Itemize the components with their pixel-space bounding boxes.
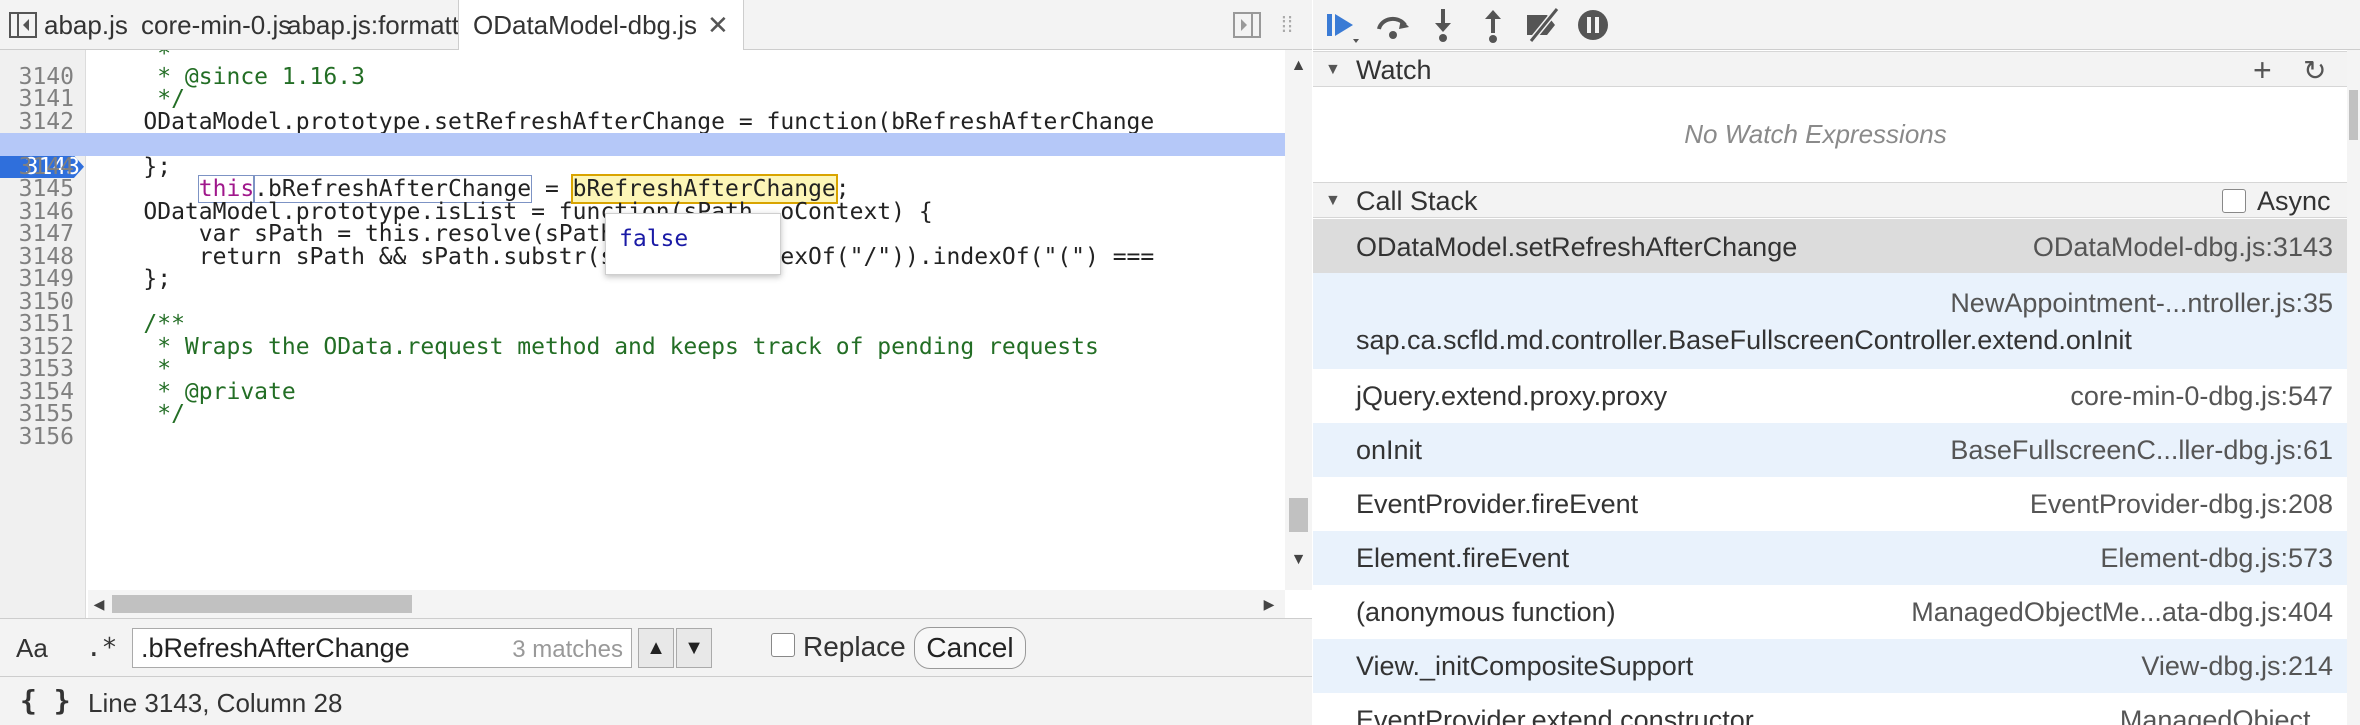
watch-title: Watch bbox=[1356, 55, 1432, 85]
call-frame[interactable]: (anonymous function) ManagedObjectMe...a… bbox=[1313, 585, 2347, 639]
call-frame[interactable]: EventProvider.extend.constructor Managed… bbox=[1313, 693, 2347, 725]
search-next-button[interactable]: ▼ bbox=[676, 628, 712, 668]
code-line-3145: 3145 bbox=[18, 176, 74, 202]
async-checkbox[interactable] bbox=[2222, 189, 2246, 213]
more-tabs-icon[interactable]: ⁞⁞ bbox=[1272, 10, 1302, 40]
code-line-3150: 3150 bbox=[18, 288, 74, 315]
watch-empty-message: No Watch Expressions bbox=[1684, 119, 1947, 149]
match-case-button[interactable]: Aa bbox=[16, 633, 48, 664]
code-line-3152: 3152 * Wraps the OData.request method an… bbox=[18, 333, 1099, 360]
async-label: Async bbox=[2257, 186, 2331, 216]
tab-abap-js[interactable]: abap.js bbox=[30, 0, 142, 50]
search-input[interactable] bbox=[141, 633, 481, 663]
sidebar-scrollbar[interactable] bbox=[2347, 50, 2360, 725]
editor-horizontal-scrollbar[interactable]: ◀ ▶ bbox=[88, 590, 1285, 618]
call-frame[interactable]: sap.ca.scfld.md.controller.BaseFullscree… bbox=[1313, 273, 2347, 369]
pretty-print-button[interactable]: { } bbox=[20, 684, 71, 717]
step-over-icon[interactable] bbox=[1373, 5, 1413, 45]
search-match-count: 3 matches bbox=[512, 636, 623, 663]
expand-triangle-icon[interactable]: ▼ bbox=[1325, 61, 1341, 79]
call-frame-selected[interactable]: ODataModel.setRefreshAfterChange ODataMo… bbox=[1313, 219, 2347, 273]
status-bar: { } Line 3143, Column 28 bbox=[0, 676, 1312, 725]
call-frame[interactable]: Element.fireEvent Element-dbg.js:573 bbox=[1313, 531, 2347, 585]
search-bar: Aa .* 3 matches ▲ ▼ Replace Cancel bbox=[0, 618, 1312, 676]
expand-triangle-icon[interactable]: ▼ bbox=[1325, 192, 1341, 210]
refresh-icon[interactable]: ↻ bbox=[2303, 54, 2326, 87]
cursor-position: Line 3143, Column 28 bbox=[88, 688, 343, 718]
call-frame[interactable]: EventProvider.fireEvent EventProvider-db… bbox=[1313, 477, 2347, 531]
scroll-left-arrow-icon[interactable]: ◀ bbox=[88, 590, 110, 618]
tab-odatamodel-dbg-js[interactable]: ODataModel-dbg.js ✕ bbox=[458, 0, 744, 51]
debugger-sidebar: ▼ Watch + ↻ No Watch Expressions ▼ Call … bbox=[1313, 0, 2360, 725]
watch-section-header[interactable]: ▼ Watch + ↻ bbox=[1313, 51, 2360, 89]
replace-checkbox[interactable] bbox=[771, 633, 795, 657]
code-line-3140: 3140 * @since 1.16.3 bbox=[18, 63, 365, 90]
scroll-up-arrow-icon[interactable]: ▲ bbox=[1285, 54, 1312, 78]
search-previous-button[interactable]: ▲ bbox=[638, 628, 674, 668]
search-field[interactable]: 3 matches bbox=[132, 628, 632, 668]
code-editor[interactable]: * 3140 * @since 1.16.3 3141 */ 3142 ODat… bbox=[0, 50, 1312, 618]
step-out-icon[interactable] bbox=[1473, 5, 1513, 45]
pause-on-exceptions-icon[interactable] bbox=[1573, 5, 1613, 45]
regex-button[interactable]: .* bbox=[86, 633, 117, 663]
scroll-down-arrow-icon[interactable]: ▼ bbox=[1285, 548, 1312, 572]
scroll-right-arrow-icon[interactable]: ▶ bbox=[1258, 590, 1280, 618]
debugger-toolbar bbox=[1313, 0, 2360, 50]
close-tab-icon[interactable]: ✕ bbox=[707, 0, 729, 50]
call-frame[interactable]: jQuery.extend.proxy.proxy core-min-0-dbg… bbox=[1313, 369, 2347, 423]
call-frame[interactable]: View._initCompositeSupport View-dbg.js:2… bbox=[1313, 639, 2347, 693]
deactivate-breakpoints-icon[interactable] bbox=[1523, 5, 1563, 45]
execution-line-3143: 3143 this.bRefreshAfterChange = bRefresh… bbox=[0, 133, 1290, 204]
call-frame[interactable]: onInit BaseFullscreenC...ller-dbg.js:61 bbox=[1313, 423, 2347, 477]
editor-vertical-scrollbar[interactable]: ▲ ▼ bbox=[1285, 50, 1312, 590]
resume-icon[interactable] bbox=[1323, 5, 1363, 45]
editor-tab-bar: abap.js core-min-0.js abap.js:formatted … bbox=[0, 0, 1312, 51]
sidebar-scroll-thumb[interactable] bbox=[2349, 90, 2358, 140]
horizontal-scroll-thumb[interactable] bbox=[112, 595, 412, 613]
editor-pane: abap.js core-min-0.js abap.js:formatted … bbox=[0, 0, 1312, 725]
value-tooltip: false bbox=[605, 213, 781, 275]
code-line-3141: 3141 */ bbox=[18, 86, 185, 112]
call-stack-title: Call Stack bbox=[1356, 186, 1478, 216]
search-cancel-button[interactable]: Cancel bbox=[914, 627, 1026, 669]
code-line-3154: 3154 * @private bbox=[18, 378, 296, 405]
step-into-icon[interactable] bbox=[1423, 5, 1463, 45]
vertical-scroll-thumb[interactable] bbox=[1289, 498, 1308, 532]
tooltip-value: false bbox=[619, 226, 689, 252]
toggle-debugger-icon[interactable] bbox=[1232, 10, 1262, 40]
add-watch-icon[interactable]: + bbox=[2253, 52, 2272, 89]
code-line-3155: 3155 */ bbox=[18, 401, 185, 427]
replace-label: Replace bbox=[803, 631, 906, 662]
code-line-3144: 3144 }; bbox=[18, 153, 172, 180]
code-line-3142: 3142 ODataModel.prototype.setRefreshAfte… bbox=[18, 108, 1155, 135]
code-line-3156: 3156 bbox=[18, 423, 74, 450]
code-line-3151: 3151 /** bbox=[18, 311, 185, 337]
code-line-3153: 3153 * bbox=[18, 356, 172, 382]
call-stack-section-header[interactable]: ▼ Call Stack Async bbox=[1313, 182, 2360, 218]
